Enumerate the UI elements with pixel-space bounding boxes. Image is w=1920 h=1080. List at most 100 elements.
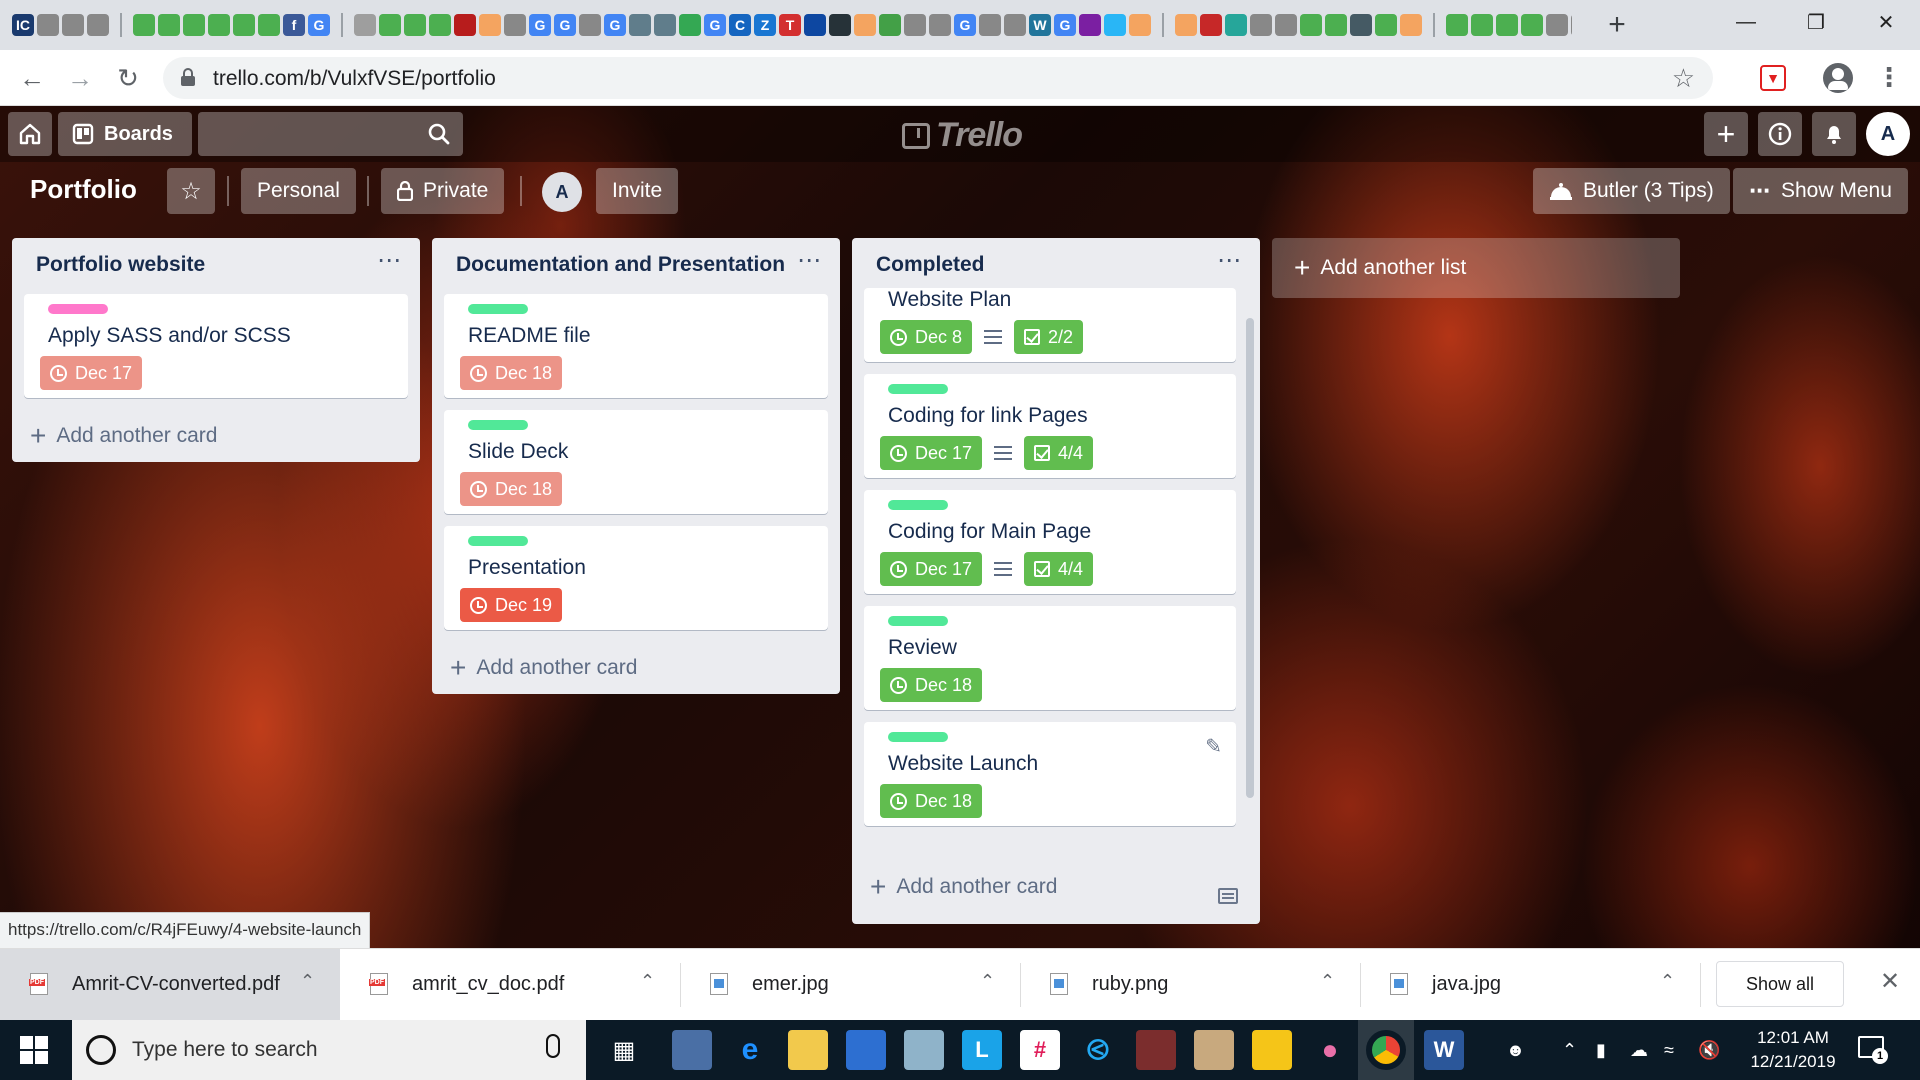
card[interactable]: ✎ Website Launch Dec 18 — [864, 722, 1236, 826]
tab-favicon[interactable]: C — [729, 14, 751, 36]
list-header[interactable]: Portfolio website ⋯ — [12, 238, 420, 294]
card[interactable]: Presentation Dec 19 — [444, 526, 828, 630]
tab-favicon[interactable] — [829, 14, 851, 36]
notifications-button[interactable] — [1812, 112, 1856, 156]
search-icon[interactable] — [427, 122, 451, 146]
chevron-up-icon[interactable]: ⌃ — [640, 971, 655, 992]
tab-favicon[interactable] — [1079, 14, 1101, 36]
download-item[interactable]: amrit_cv_doc.pdf ⌃ — [340, 949, 680, 1021]
tab-favicon[interactable] — [1325, 14, 1347, 36]
due-date-badge[interactable]: Dec 17 — [40, 356, 143, 390]
tab-favicon[interactable] — [404, 14, 426, 36]
tab-favicon[interactable] — [1104, 14, 1126, 36]
tab-favicon[interactable] — [1496, 14, 1518, 36]
tab-favicons[interactable]: IC f G G G G G C Z T G W G — [12, 8, 1572, 42]
tab-favicon[interactable] — [1521, 14, 1543, 36]
security-shield-icon[interactable] — [1252, 1030, 1292, 1070]
list-portfolio-website[interactable]: Portfolio website ⋯ Apply SASS and/or SC… — [12, 238, 420, 462]
home-button[interactable] — [8, 112, 52, 156]
tab-favicon[interactable] — [654, 14, 676, 36]
tab-favicon[interactable]: G — [554, 14, 576, 36]
add-card-button[interactable]: + Add another card — [12, 410, 420, 462]
due-date-badge[interactable]: Dec 17 — [880, 552, 983, 586]
tab-favicon[interactable] — [1175, 14, 1197, 36]
back-icon[interactable]: ← — [14, 60, 50, 96]
extension-icon[interactable]: ▼ — [1760, 65, 1786, 91]
tab-favicon[interactable] — [479, 14, 501, 36]
tab-favicon[interactable] — [379, 14, 401, 36]
edit-pencil-icon[interactable]: ✎ — [1205, 734, 1222, 759]
tab-favicon[interactable] — [1275, 14, 1297, 36]
slack-icon[interactable]: # — [1020, 1030, 1060, 1070]
chrome-icon[interactable] — [1366, 1030, 1406, 1070]
tab-favicon[interactable] — [1300, 14, 1322, 36]
card[interactable]: Coding for Main Page Dec 17 4/4 — [864, 490, 1236, 594]
download-item[interactable]: Amrit-CV-converted.pdf ⌃ — [0, 949, 340, 1021]
tab-favicon[interactable]: G — [529, 14, 551, 36]
tab-favicon[interactable] — [208, 14, 230, 36]
tab-favicon[interactable]: f — [283, 14, 305, 36]
show-all-downloads-button[interactable]: Show all — [1716, 961, 1844, 1007]
download-item[interactable]: emer.jpg ⌃ — [680, 949, 1020, 1021]
tab-favicon[interactable]: Z — [754, 14, 776, 36]
card-label[interactable] — [468, 536, 528, 546]
tab-favicon[interactable]: G — [604, 14, 626, 36]
download-item[interactable]: java.jpg ⌃ — [1360, 949, 1700, 1021]
battery-icon[interactable]: ▮ — [1596, 1040, 1606, 1061]
people-icon[interactable]: ☻ — [1506, 1040, 1525, 1061]
list-menu-icon[interactable]: ⋯ — [797, 246, 822, 275]
tab-favicon[interactable] — [233, 14, 255, 36]
url-text[interactable]: trello.com/b/VulxfVSE/portfolio — [213, 67, 496, 91]
list-header[interactable]: Completed ⋯ — [852, 238, 1260, 288]
chevron-up-icon[interactable]: ⌃ — [300, 971, 315, 992]
card-label[interactable] — [468, 304, 528, 314]
tab-favicon[interactable]: G — [308, 14, 330, 36]
l-app-icon[interactable]: L — [962, 1030, 1002, 1070]
tab-favicon[interactable] — [679, 14, 701, 36]
list-title[interactable]: Documentation and Presentation — [456, 253, 785, 277]
add-card-button[interactable]: + Add another card — [432, 642, 840, 694]
trello-logo[interactable]: Trello — [902, 116, 1023, 155]
due-date-badge[interactable]: Dec 17 — [880, 436, 983, 470]
show-menu-button[interactable]: ⋯ Show Menu — [1733, 168, 1908, 214]
tab-favicon[interactable]: W — [1029, 14, 1051, 36]
card[interactable]: Apply SASS and/or SCSS Dec 17 — [24, 294, 408, 398]
board-title[interactable]: Portfolio — [30, 174, 137, 205]
list-title[interactable]: Portfolio website — [36, 253, 205, 277]
list-scrollbar[interactable] — [1246, 318, 1254, 798]
tab-favicon[interactable] — [1250, 14, 1272, 36]
app-icon[interactable] — [904, 1030, 944, 1070]
bookmark-star-icon[interactable]: ☆ — [1672, 63, 1695, 94]
tab-favicon[interactable] — [37, 14, 59, 36]
tab-favicon[interactable] — [1129, 14, 1151, 36]
taskbar-search-input[interactable]: Type here to search — [72, 1020, 586, 1080]
tab-favicon[interactable] — [629, 14, 651, 36]
restore-icon[interactable]: ❐ — [1786, 0, 1846, 44]
winrar-icon[interactable] — [1136, 1030, 1176, 1070]
card[interactable]: Slide Deck Dec 18 — [444, 410, 828, 514]
tab-favicon[interactable]: G — [704, 14, 726, 36]
maps-pin-icon[interactable]: ● — [1310, 1030, 1350, 1070]
tab-favicon[interactable] — [1546, 14, 1568, 36]
tab-favicon[interactable] — [183, 14, 205, 36]
volume-mute-icon[interactable]: 🔇 — [1698, 1040, 1720, 1061]
list-header[interactable]: Documentation and Presentation ⋯ — [432, 238, 840, 294]
tab-favicon[interactable] — [87, 14, 109, 36]
member-avatar[interactable]: A — [1866, 112, 1910, 156]
minimize-icon[interactable]: — — [1716, 0, 1776, 44]
tab-favicon[interactable] — [904, 14, 926, 36]
file-explorer-icon[interactable] — [788, 1030, 828, 1070]
task-view-icon[interactable]: ▦ — [604, 1030, 644, 1070]
tab-favicon[interactable] — [1200, 14, 1222, 36]
due-date-badge[interactable]: Dec 8 — [880, 320, 973, 354]
add-list-button[interactable]: + Add another list — [1272, 238, 1680, 298]
card-label[interactable] — [888, 500, 948, 510]
tab-favicon[interactable]: IC — [12, 14, 34, 36]
tab-favicon[interactable] — [1400, 14, 1422, 36]
invite-button[interactable]: Invite — [596, 168, 679, 214]
microphone-icon[interactable] — [546, 1034, 560, 1058]
tab-favicon[interactable]: G — [1054, 14, 1076, 36]
card-template-icon[interactable] — [1218, 888, 1238, 904]
wifi-icon[interactable]: ≈ — [1664, 1040, 1674, 1061]
card[interactable]: Website Plan Dec 8 2/2 — [864, 288, 1236, 362]
